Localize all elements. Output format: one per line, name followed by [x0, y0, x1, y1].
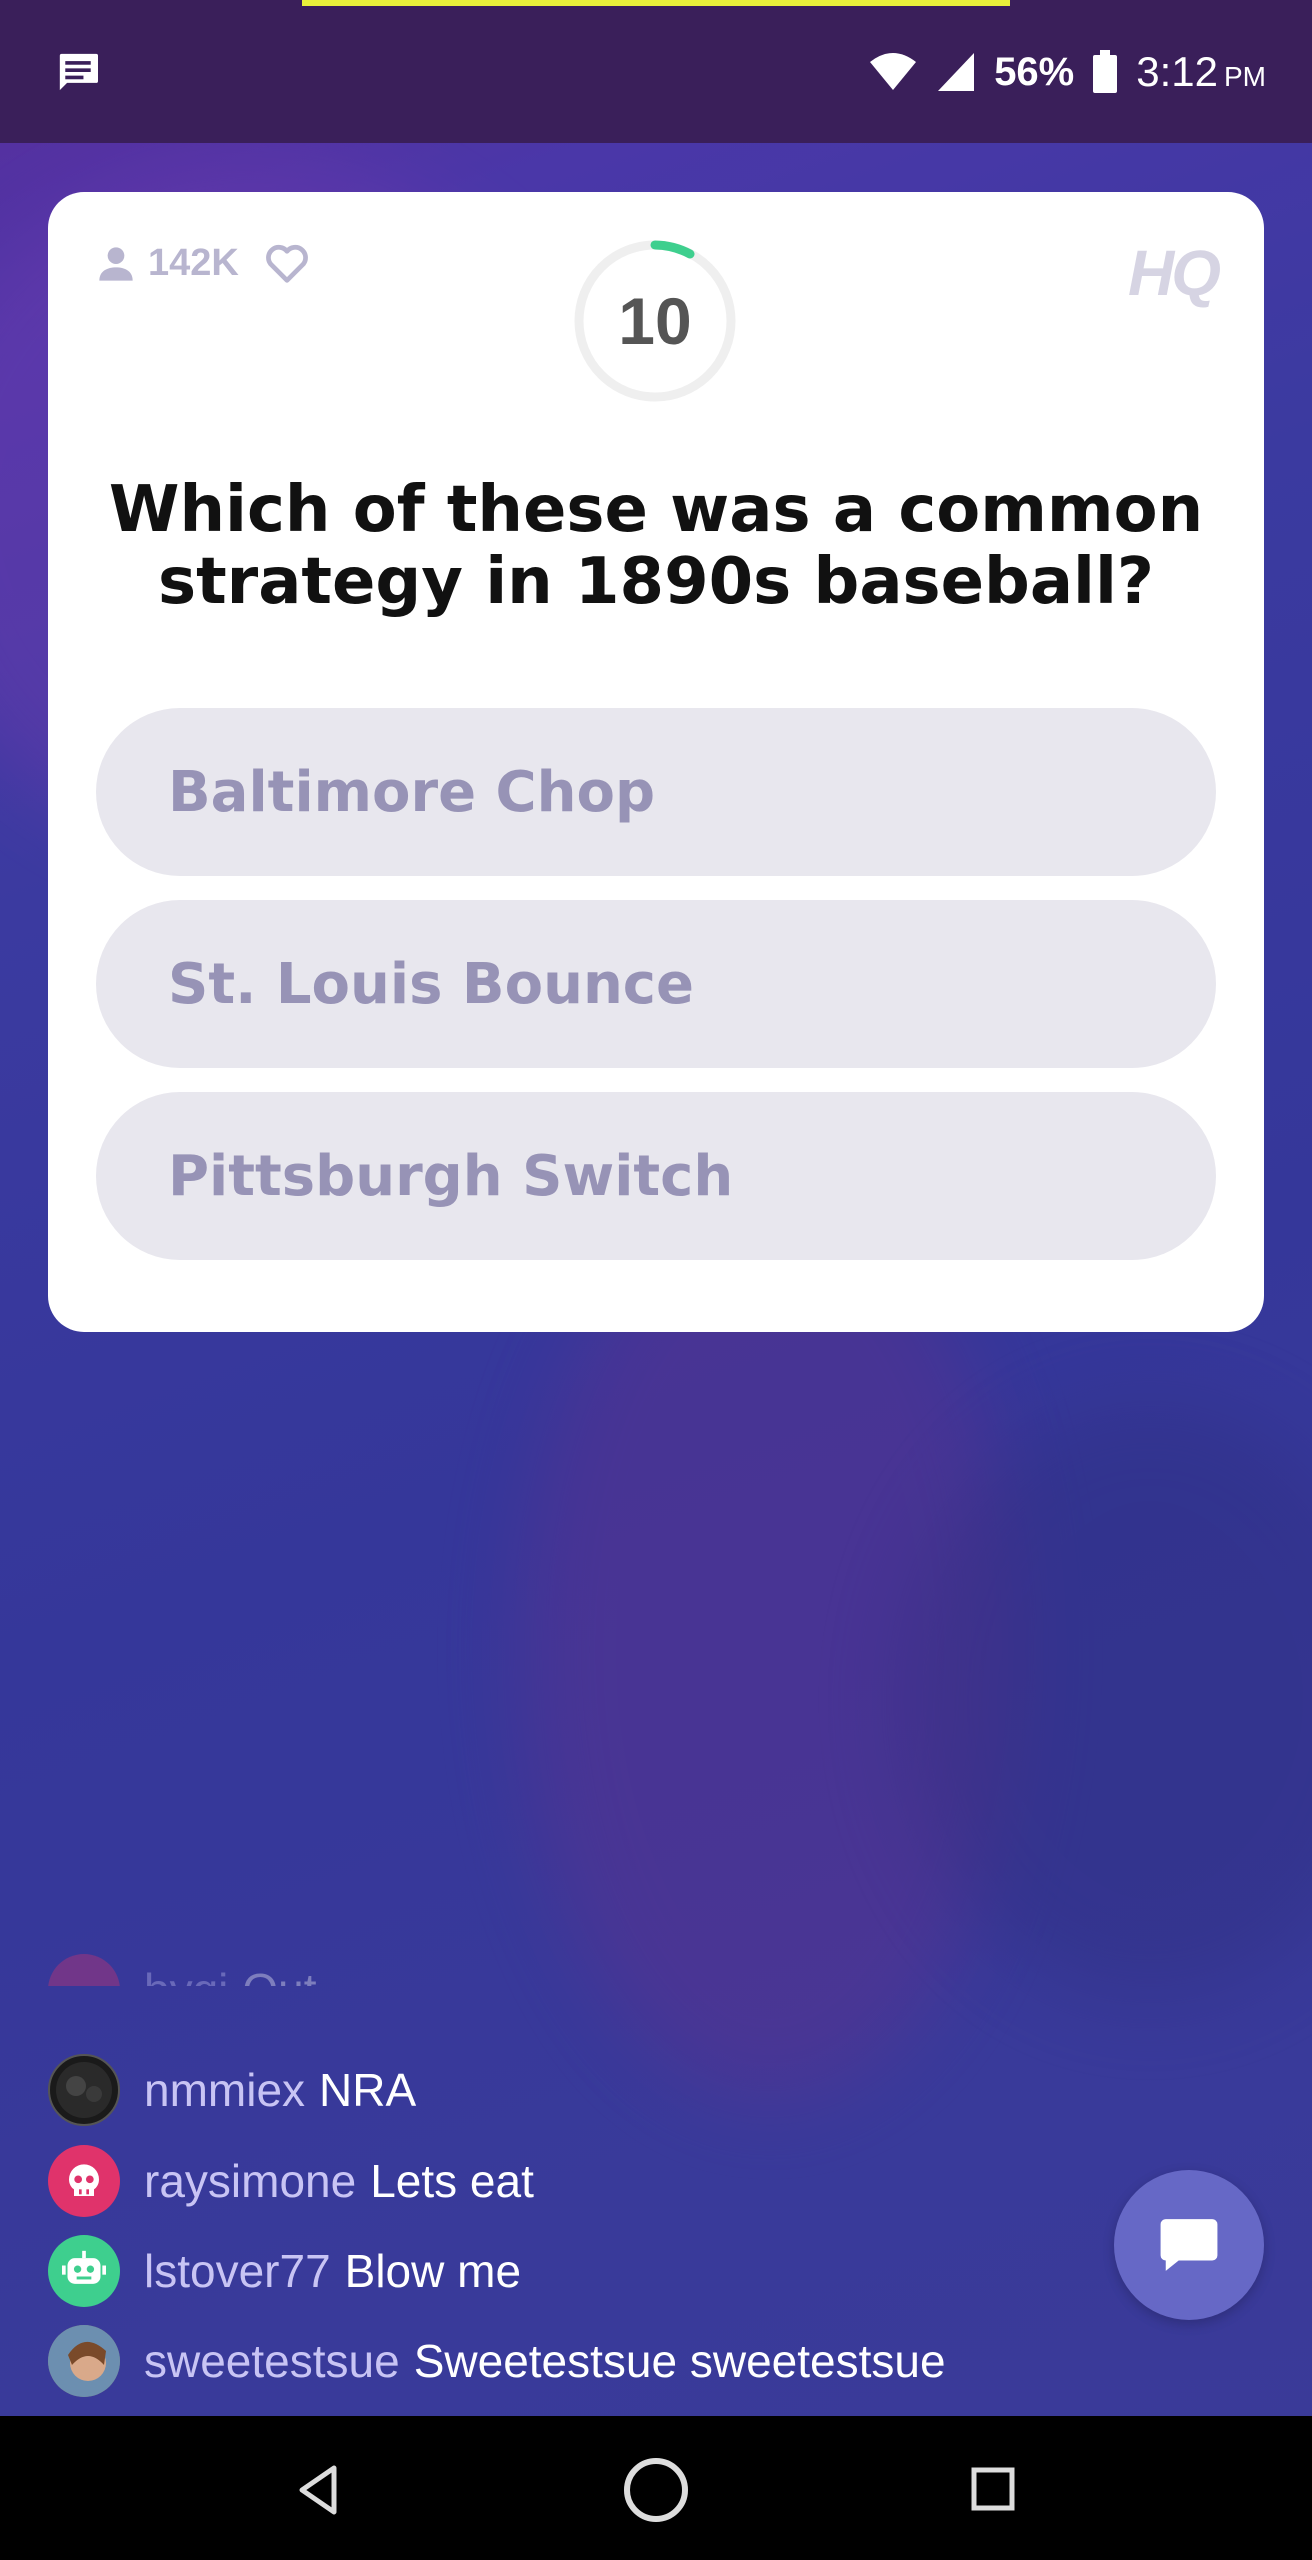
top-highlight-bar — [302, 0, 1010, 6]
countdown-timer: 10 — [572, 238, 738, 404]
viewer-stats: 142K — [96, 242, 309, 285]
clock-time: 3:12 — [1136, 48, 1218, 95]
message-notification-icon — [59, 53, 98, 91]
chat-username: raysimone — [144, 2155, 357, 2207]
chat-message: nmmiex NRA — [48, 2054, 416, 2126]
answer-option-3[interactable]: Pittsburgh Switch — [96, 1092, 1216, 1260]
skull-icon — [69, 2164, 99, 2196]
back-icon[interactable] — [288, 2458, 352, 2522]
user-avatar — [48, 2145, 120, 2217]
home-icon[interactable] — [620, 2454, 692, 2526]
question-text: Which of these was a common strategy in … — [108, 473, 1204, 619]
clock: 3:12 PM — [1136, 48, 1266, 96]
heart-icon[interactable] — [265, 244, 309, 284]
user-avatar — [48, 2325, 120, 2397]
chat-text: Lets eat — [370, 2155, 534, 2207]
battery-icon — [1093, 50, 1118, 93]
wifi-icon — [870, 53, 917, 90]
hq-logo: HQ — [1128, 237, 1221, 309]
chat-text: Sweetestsue sweetestsue — [413, 2335, 946, 2387]
status-bar: 56% 3:12 PM — [0, 0, 1312, 143]
photo-avatar-icon — [48, 2325, 120, 2397]
chat-username: nmmiex — [144, 2064, 306, 2116]
chat-bubble-icon — [1160, 2219, 1218, 2271]
recents-icon[interactable] — [960, 2458, 1024, 2522]
question-card: 142K 10 HQ Which of these was a common s… — [48, 192, 1264, 1332]
robot-icon — [62, 2250, 106, 2284]
chat-message: sweetestsue Sweetestsue sweetestsue — [48, 2325, 946, 2397]
user-avatar — [48, 2054, 120, 2126]
answer-option-1[interactable]: Baltimore Chop — [96, 708, 1216, 876]
answer-option-2[interactable]: St. Louis Bounce — [96, 900, 1216, 1068]
android-nav-bar — [0, 2416, 1312, 2560]
clock-ampm: PM — [1224, 61, 1266, 92]
battery-percent: 56% — [994, 49, 1075, 94]
user-avatar — [48, 2235, 120, 2307]
cell-signal-icon — [938, 53, 975, 91]
photo-avatar-icon — [56, 2062, 112, 2118]
chat-button[interactable] — [1114, 2170, 1264, 2320]
chat-message: lstover77 Blow me — [48, 2235, 521, 2307]
chat-username: sweetestsue — [144, 2335, 400, 2387]
chat-text: Blow me — [344, 2245, 522, 2297]
viewer-count: 142K — [148, 242, 239, 284]
person-icon — [99, 246, 133, 281]
chat-message: raysimone Lets eat — [48, 2145, 534, 2217]
timer-seconds: 10 — [618, 284, 692, 358]
chat-username: lstover77 — [144, 2245, 331, 2297]
chat-text: NRA — [319, 2064, 417, 2116]
